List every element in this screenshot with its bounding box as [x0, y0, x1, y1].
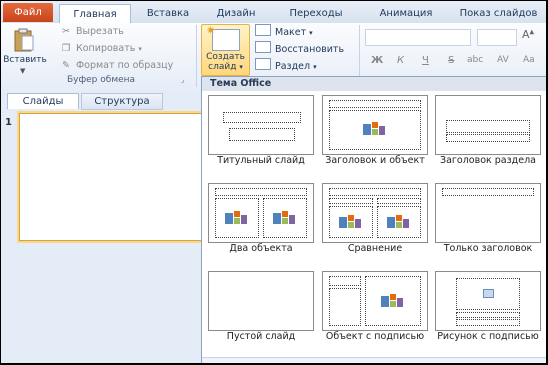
layout-label: Пустой слайд: [226, 331, 296, 342]
shadow-button[interactable]: abc: [467, 55, 483, 65]
clipboard-group-label: Буфер обмена: [66, 75, 136, 85]
layout-two-content[interactable]: Два объекта: [208, 183, 314, 273]
layout-label: Два объекта: [229, 243, 293, 254]
copy-button[interactable]: ❐ Копировать ▾: [59, 41, 142, 57]
new-slide-button[interactable]: ✷ Создать слайд ▾: [201, 24, 250, 76]
copy-icon: ❐: [61, 43, 71, 54]
tab-insert[interactable]: Вставка: [134, 4, 202, 23]
layout-label: Заголовок и объект: [325, 155, 425, 166]
tab-animation[interactable]: Анимация: [363, 4, 449, 23]
tab-file[interactable]: Файл: [3, 3, 53, 22]
layout-thumbnail: [208, 183, 314, 243]
cut-label: Вырезать: [76, 26, 124, 37]
italic-button[interactable]: К: [397, 55, 404, 66]
scissors-icon: ✂: [62, 26, 70, 37]
new-slide-icon: ✷: [206, 24, 240, 51]
layout-thumbnail: [435, 183, 541, 243]
layout-thumbnail: [322, 271, 428, 331]
format-painter-button[interactable]: ✎ Формат по образцу: [59, 58, 173, 74]
copy-label: Копировать: [76, 43, 136, 54]
layout-label: Макет: [275, 27, 307, 38]
layout-label: Рисунок с подписью: [437, 331, 539, 342]
tab-outline[interactable]: Структура: [81, 93, 163, 110]
tab-slides[interactable]: Слайды: [7, 93, 79, 109]
content-placeholder-icon: [339, 215, 361, 230]
gallery-title: Тема Office: [202, 77, 546, 91]
layout-label: Сравнение: [347, 243, 403, 254]
format-painter-label: Формат по образцу: [76, 60, 174, 71]
layout-thumbnail: [208, 271, 314, 331]
dialog-launcher-icon[interactable]: ⌟: [181, 76, 184, 84]
layout-label: Объект с подписью: [325, 331, 425, 342]
chevron-down-icon[interactable]: ▼: [20, 67, 25, 75]
cut-button[interactable]: ✂ Вырезать: [59, 24, 124, 40]
section-button[interactable]: Раздел ▾: [255, 58, 317, 74]
font-color-button[interactable]: Aa: [523, 55, 535, 65]
clipboard-icon: [14, 28, 34, 52]
gallery-footer: [202, 357, 546, 363]
layout-thumbnail: [322, 183, 428, 243]
new-slide-label-line1: Создать: [206, 52, 245, 62]
layout-blank[interactable]: Пустой слайд: [208, 271, 314, 361]
slides-pane: Слайды Структура 1: [1, 91, 203, 363]
layout-thumbnail: [322, 95, 428, 155]
slide-thumbnail[interactable]: [19, 113, 203, 241]
grow-font-label: A: [522, 28, 530, 41]
content-placeholder-icon: [273, 211, 295, 226]
reset-button[interactable]: Восстановить: [255, 41, 344, 57]
layout-label: Заголовок раздела: [440, 155, 536, 166]
layout-label: Только заголовок: [443, 243, 533, 254]
new-slide-label-line2: слайд: [208, 62, 237, 72]
reset-icon: [255, 41, 271, 53]
content-placeholder-icon: [225, 211, 247, 226]
slide-number: 1: [5, 117, 12, 128]
group-divider: [196, 25, 197, 87]
section-icon: [255, 58, 271, 70]
layout-title-only[interactable]: Только заголовок: [435, 183, 541, 273]
layout-label: Титульный слайд: [217, 155, 305, 166]
layout-gallery: Тема Office Титульный слайд Заголовок и …: [201, 76, 546, 363]
sparkle-icon: ✷: [206, 24, 216, 37]
tab-slideshow[interactable]: Показ слайдов: [451, 4, 546, 23]
layout-thumbnail: [435, 95, 541, 155]
layout-title-content[interactable]: Заголовок и объект: [322, 95, 428, 185]
section-label: Раздел: [275, 61, 311, 72]
layout-picture-caption[interactable]: Рисунок с подписью: [435, 271, 541, 361]
paintbrush-icon: ✎: [62, 60, 70, 71]
layout-thumbnail: [435, 271, 541, 331]
grow-font-icon[interactable]: A▲: [522, 28, 534, 41]
underline-button[interactable]: Ч: [422, 55, 429, 66]
layout-title-slide[interactable]: Титульный слайд: [208, 95, 314, 185]
ribbon-tabs: Файл Главная Вставка Дизайн Переходы Ани…: [1, 1, 546, 25]
font-size-input[interactable]: [477, 29, 517, 46]
strikethrough-button[interactable]: S: [448, 55, 454, 66]
reset-label: Восстановить: [275, 44, 345, 55]
font-name-input[interactable]: [365, 29, 471, 46]
picture-placeholder-icon: [483, 289, 494, 298]
powerpoint-window: Файл Главная Вставка Дизайн Переходы Ани…: [1, 1, 546, 363]
layout-thumbnail: [208, 95, 314, 155]
paste-label: Вставить: [3, 55, 47, 65]
content-placeholder-icon: [387, 215, 409, 230]
chevron-down-icon: ▾: [239, 63, 243, 71]
tab-transitions[interactable]: Переходы: [271, 4, 361, 23]
layout-comparison[interactable]: Сравнение: [322, 183, 428, 273]
char-spacing-button[interactable]: AV: [497, 55, 509, 65]
new-slide-label: Создать слайд ▾: [202, 52, 249, 72]
tab-design[interactable]: Дизайн: [205, 4, 267, 23]
layout-content-caption[interactable]: Объект с подписью: [322, 271, 428, 361]
tab-home[interactable]: Главная: [59, 4, 131, 25]
layout-button[interactable]: Макет ▾: [255, 24, 313, 40]
layout-section-header[interactable]: Заголовок раздела: [435, 95, 541, 185]
chevron-down-icon: ▾: [313, 63, 317, 71]
chevron-down-icon: ▾: [138, 45, 142, 53]
chevron-down-icon: ▾: [309, 29, 313, 37]
content-placeholder-icon: [381, 294, 403, 309]
layout-icon: [255, 24, 271, 36]
bold-button[interactable]: Ж: [371, 55, 383, 66]
content-placeholder-icon: [363, 122, 385, 137]
